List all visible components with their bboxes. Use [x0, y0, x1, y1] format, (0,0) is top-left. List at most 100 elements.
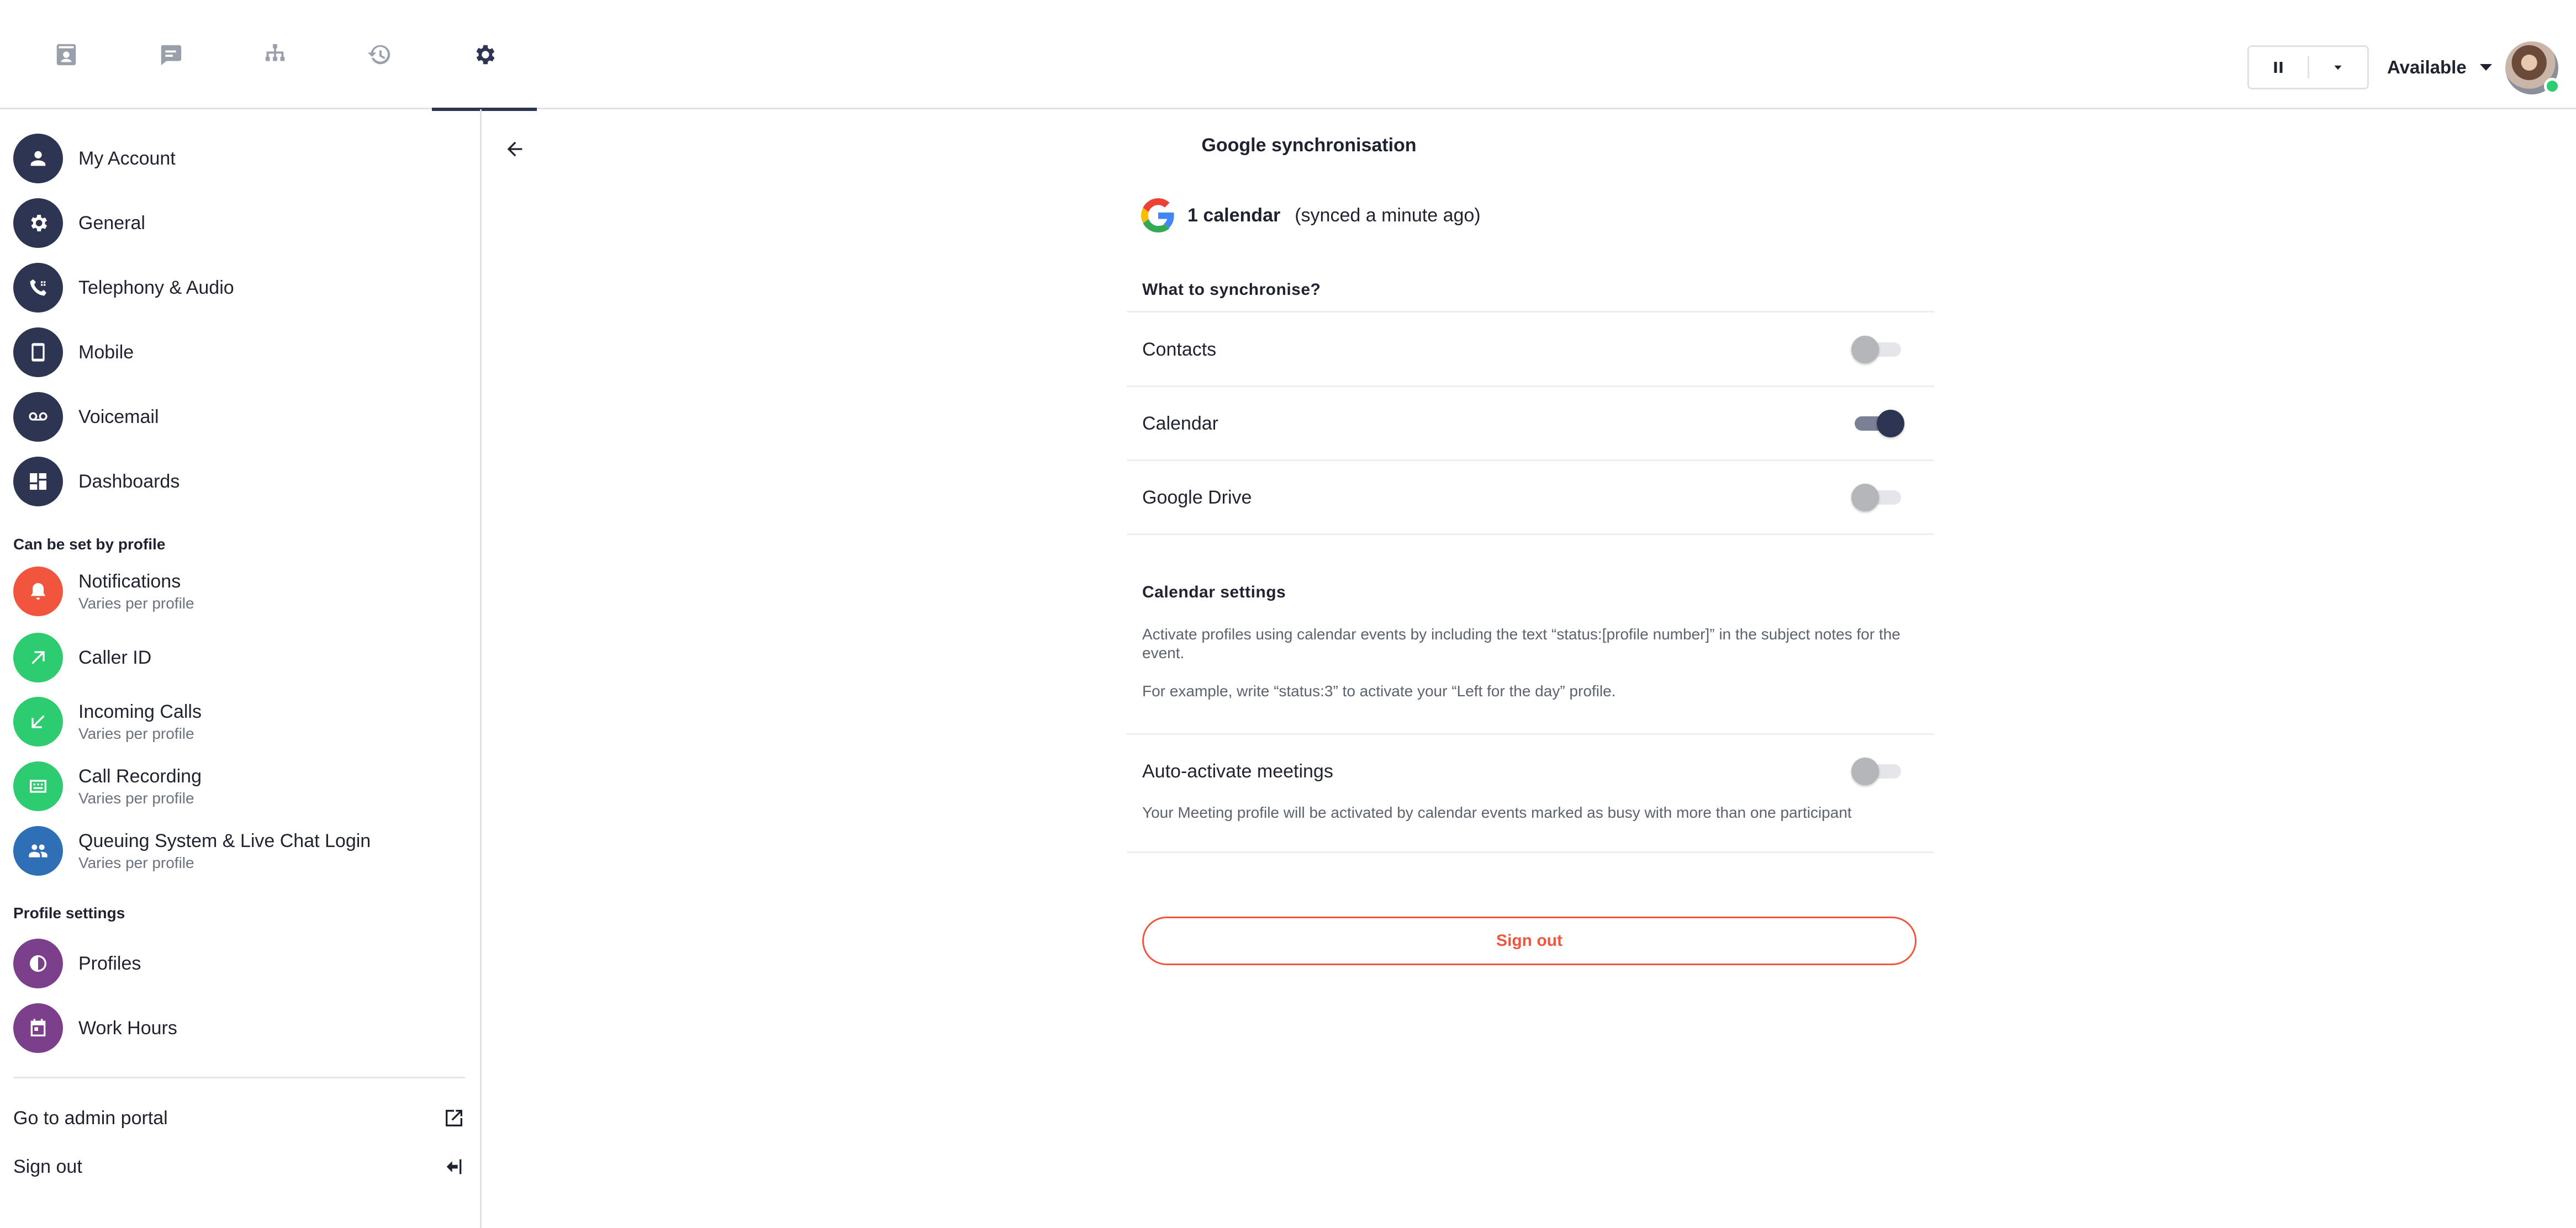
sidebar-item-dashboards[interactable]: Dashboards — [13, 457, 180, 506]
tab-history[interactable] — [327, 0, 432, 109]
section-title-profile-settings: Profile settings — [13, 904, 125, 922]
avatar[interactable] — [2505, 41, 2561, 94]
toggle-label: Calendar — [1142, 412, 1218, 434]
phone-icon — [13, 263, 63, 313]
calendar-icon — [13, 1003, 63, 1053]
tab-org-chart[interactable] — [223, 0, 328, 109]
sidebar-item-call-recording[interactable]: Call Recording Varies per profile — [13, 761, 202, 811]
sidebar-item-caller-id[interactable]: Caller ID — [13, 633, 151, 682]
what-to-sync-heading: What to synchronise? — [1142, 280, 1321, 299]
status-label: Available — [2387, 57, 2467, 77]
section-title-profile: Can be set by profile — [13, 536, 166, 553]
sidebar-item-label: Caller ID — [78, 647, 152, 668]
pause-menu-button[interactable] — [2309, 47, 2368, 88]
status-dropdown[interactable]: Available — [2387, 52, 2492, 83]
chat-icon — [161, 45, 182, 66]
arrow-left-icon — [507, 141, 522, 157]
history-icon — [367, 45, 390, 65]
sync-count: 1 calendar — [1187, 204, 1281, 226]
calendar-description: Activate profiles using calendar events … — [1142, 626, 1901, 661]
user-icon — [13, 134, 63, 183]
sidebar-item-work-hours[interactable]: Work Hours — [13, 1003, 177, 1053]
external-link-icon — [446, 1110, 462, 1126]
auto-activate-description: Your Meeting profile will be activated b… — [1142, 804, 1852, 821]
sidebar-item-sublabel: Varies per profile — [78, 724, 194, 742]
sidebar-item-general[interactable]: General — [13, 198, 145, 248]
row-divider — [1127, 533, 1934, 535]
google-logo-icon — [1141, 198, 1174, 232]
contacts-icon — [56, 44, 76, 66]
calendar-settings-heading: Calendar settings — [1142, 583, 1286, 601]
sidebar-item-mobile[interactable]: Mobile — [13, 327, 134, 377]
half-circle-icon — [13, 939, 63, 988]
sidebar-item-telephony[interactable]: Telephony & Audio — [13, 263, 234, 313]
sidebar-item-profiles[interactable]: Profiles — [13, 939, 141, 988]
sidebar-sign-out-label: Sign out — [13, 1156, 82, 1177]
toggle-label: Google Drive — [1142, 486, 1252, 508]
sidebar-item-label: Profiles — [78, 952, 141, 974]
google-sign-out-button[interactable]: Sign out — [1142, 917, 1917, 965]
sidebar-item-notifications[interactable]: Notifications Varies per profile — [13, 567, 194, 616]
top-bar: Available — [0, 0, 2576, 111]
row-divider — [1127, 459, 1934, 461]
sidebar-item-label: Dashboards — [78, 470, 180, 492]
sidebar-item-label: General — [78, 212, 145, 234]
toggle-row-google-drive: Google Drive — [1142, 462, 1904, 533]
caret-down-icon — [2479, 64, 2492, 71]
pause-icon — [2274, 62, 2283, 73]
row-divider — [1127, 385, 1934, 387]
tab-chat[interactable] — [118, 0, 223, 109]
sidebar-item-label: Queuing System & Live Chat Login — [78, 830, 371, 851]
sidebar-item-label: My Account — [78, 147, 176, 169]
toggle-row-calendar: Calendar — [1142, 388, 1904, 459]
google-drive-toggle[interactable] — [1851, 483, 1904, 512]
sidebar-item-label: Notifications — [78, 570, 181, 592]
sidebar-item-incoming-calls[interactable]: Incoming Calls Varies per profile — [13, 697, 202, 747]
gear-icon — [13, 198, 63, 248]
toggle-label: Auto-activate meetings — [1142, 760, 1333, 782]
online-indicator — [2544, 78, 2561, 94]
sidebar-item-sublabel: Varies per profile — [78, 789, 194, 807]
toggle-row-contacts: Contacts — [1142, 314, 1904, 385]
contacts-toggle[interactable] — [1851, 335, 1904, 364]
org-chart-icon — [265, 44, 285, 61]
mobile-icon — [13, 327, 63, 377]
auto-activate-toggle[interactable] — [1851, 756, 1904, 786]
bell-icon — [13, 567, 63, 616]
page-title: Google synchronisation — [1201, 135, 1417, 156]
sync-status: (synced a minute ago) — [1295, 204, 1481, 226]
pause-control — [2247, 45, 2369, 89]
dashboard-icon — [13, 457, 63, 506]
tab-contacts[interactable] — [14, 0, 119, 109]
sidebar-item-label: Work Hours — [78, 1017, 177, 1039]
sidebar-item-my-account[interactable]: My Account — [13, 134, 176, 183]
sidebar-item-label: Mobile — [78, 341, 134, 363]
pause-button[interactable] — [2249, 47, 2308, 88]
admin-portal-link[interactable]: Go to admin portal — [13, 1102, 465, 1135]
chevron-down-icon — [2334, 65, 2342, 70]
tab-settings[interactable] — [432, 0, 537, 111]
sidebar-sign-out-link[interactable]: Sign out — [13, 1150, 465, 1183]
gear-icon — [476, 45, 495, 65]
sidebar-item-queuing-system[interactable]: Queuing System & Live Chat Login Varies … — [13, 826, 371, 876]
sidebar-item-label: Incoming Calls — [78, 701, 202, 722]
recording-icon — [13, 761, 63, 811]
sidebar-item-voicemail[interactable]: Voicemail — [13, 392, 159, 442]
sidebar-item-sublabel: Varies per profile — [78, 594, 194, 612]
sidebar-item-label: Voicemail — [78, 406, 159, 427]
row-divider — [1127, 311, 1934, 313]
admin-portal-label: Go to admin portal — [13, 1107, 168, 1129]
toggle-row-auto-activate: Auto-activate meetings — [1142, 735, 1904, 807]
arrow-down-left-icon — [13, 697, 63, 747]
group-icon — [13, 826, 63, 876]
sync-summary: 1 calendar (synced a minute ago) — [1141, 198, 1481, 233]
toggle-label: Contacts — [1142, 338, 1217, 360]
logout-icon — [446, 1159, 462, 1174]
row-divider — [1127, 851, 1934, 853]
row-divider — [1127, 733, 1934, 735]
sidebar-item-label: Telephony & Audio — [78, 277, 234, 298]
sidebar-item-sublabel: Varies per profile — [78, 854, 194, 871]
voicemail-icon — [13, 392, 63, 442]
back-button[interactable] — [498, 133, 531, 166]
calendar-toggle[interactable] — [1851, 409, 1904, 438]
